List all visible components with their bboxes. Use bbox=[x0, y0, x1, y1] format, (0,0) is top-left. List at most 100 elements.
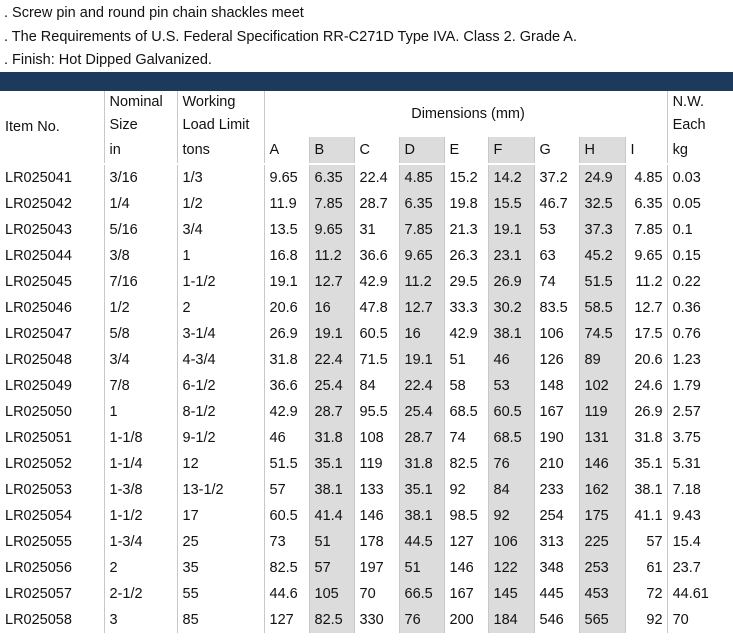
dim-letter: D bbox=[398, 137, 444, 164]
table-row: LR025042 1/4 1/2 11.9 7.85 28.7 6.35 19.8 15.5 46… bbox=[0, 191, 733, 217]
table-cell: 6-1/2 bbox=[176, 373, 264, 399]
table-cell: 76 bbox=[487, 451, 534, 477]
table-cell: 47.8 bbox=[353, 295, 399, 321]
table-cell: 72 bbox=[624, 581, 668, 607]
table-cell: 13.5 bbox=[263, 217, 309, 243]
table-cell: 19.1 bbox=[263, 269, 309, 295]
table-cell: 148 bbox=[533, 373, 579, 399]
table-cell: 178 bbox=[353, 529, 399, 555]
table-cell: 35.1 bbox=[398, 477, 444, 503]
table-cell: 57 bbox=[308, 555, 354, 581]
table-cell: 233 bbox=[533, 477, 579, 503]
table-cell: 53 bbox=[487, 373, 534, 399]
table-cell: 146 bbox=[353, 503, 399, 529]
table-cell: 44.61 bbox=[666, 581, 733, 607]
table-cell: 55 bbox=[176, 581, 264, 607]
item-no-cell: LR025042 bbox=[5, 196, 72, 212]
table-body: LR025041 3/16 1/3 9.65 6.35 22.4 4.85 15.2 14.2 3… bbox=[0, 163, 733, 633]
table-cell: 51.5 bbox=[578, 269, 625, 295]
table-cell: 25.4 bbox=[398, 399, 444, 425]
table-cell: 200 bbox=[443, 607, 488, 633]
table-cell: 13-1/2 bbox=[176, 477, 264, 503]
table-cell: 76 bbox=[398, 607, 444, 633]
header-dimensions: Dimensions (mm) bbox=[263, 91, 668, 137]
table-cell: 24.9 bbox=[578, 163, 625, 191]
table-cell: 26.9 bbox=[263, 321, 309, 347]
table-cell: 22.4 bbox=[308, 347, 354, 373]
item-no-cell: LR025043 bbox=[5, 222, 72, 238]
table-cell: 7.18 bbox=[666, 477, 733, 503]
table-cell: 70 bbox=[666, 607, 733, 633]
table-cell: 66.5 bbox=[398, 581, 444, 607]
table-cell: 9.43 bbox=[666, 503, 733, 529]
table-cell: 58.5 bbox=[578, 295, 625, 321]
table-cell: 225 bbox=[578, 529, 625, 555]
table-row: LR025046 1/2 2 20.6 16 47.8 12.7 33.3 30.2 83.5 58… bbox=[0, 295, 733, 321]
table-cell: 1/4 bbox=[103, 191, 177, 217]
table-cell: 51 bbox=[398, 555, 444, 581]
table-cell: 17 bbox=[176, 503, 264, 529]
table-cell: 7.85 bbox=[624, 217, 668, 243]
table-cell: 1 bbox=[103, 399, 177, 425]
table-cell: 3-1/4 bbox=[176, 321, 264, 347]
table-cell: 3/16 bbox=[103, 163, 177, 191]
dim-letter: F bbox=[487, 137, 534, 164]
table-cell: 84 bbox=[353, 373, 399, 399]
table-cell: 71.5 bbox=[353, 347, 399, 373]
table-cell: 26.9 bbox=[487, 269, 534, 295]
table-cell: 53 bbox=[533, 217, 579, 243]
table-cell: 0.36 bbox=[666, 295, 733, 321]
table-cell: 30.2 bbox=[487, 295, 534, 321]
table-cell: 253 bbox=[578, 555, 625, 581]
table-cell: 145 bbox=[487, 581, 534, 607]
table-cell: 28.7 bbox=[398, 425, 444, 451]
table-cell: 22.4 bbox=[353, 163, 399, 191]
table-cell: 1-1/2 bbox=[176, 269, 264, 295]
table-cell: 38.1 bbox=[487, 321, 534, 347]
table-cell: 51 bbox=[443, 347, 488, 373]
table-cell: 11.2 bbox=[624, 269, 668, 295]
table-cell: 7.85 bbox=[308, 191, 354, 217]
table-cell: 31.8 bbox=[624, 425, 668, 451]
table-cell: 23.1 bbox=[487, 243, 534, 269]
table-cell: 92 bbox=[624, 607, 668, 633]
table-cell: 24.6 bbox=[624, 373, 668, 399]
item-no-cell: LR025046 bbox=[5, 300, 72, 316]
table-cell: 146 bbox=[578, 451, 625, 477]
table-cell: 1/2 bbox=[103, 295, 177, 321]
table-cell: 9.65 bbox=[308, 217, 354, 243]
table-cell: 167 bbox=[443, 581, 488, 607]
table-cell: 41.4 bbox=[308, 503, 354, 529]
table-cell: 7/16 bbox=[103, 269, 177, 295]
table-cell: 19.1 bbox=[308, 321, 354, 347]
table-cell: 254 bbox=[533, 503, 579, 529]
table-row: LR025044 3/8 1 16.8 11.2 36.6 9.65 26.3 23.1 63 45… bbox=[0, 243, 733, 269]
table-cell: 20.6 bbox=[263, 295, 309, 321]
table-cell: 131 bbox=[578, 425, 625, 451]
table-cell: 5/16 bbox=[103, 217, 177, 243]
table-cell: 42.9 bbox=[353, 269, 399, 295]
table-cell: 108 bbox=[353, 425, 399, 451]
table-cell: 15.5 bbox=[487, 191, 534, 217]
table-cell: 31.8 bbox=[263, 347, 309, 373]
table-cell: 1-1/8 bbox=[103, 425, 177, 451]
table-cell: 28.7 bbox=[308, 399, 354, 425]
table-cell: 210 bbox=[533, 451, 579, 477]
table-cell: 68.5 bbox=[487, 425, 534, 451]
table-cell: 9.65 bbox=[398, 243, 444, 269]
table-cell: 41.1 bbox=[624, 503, 668, 529]
table-cell: 105 bbox=[308, 581, 354, 607]
dim-letter: H bbox=[578, 137, 625, 164]
table-row: LR025043 5/16 3/4 13.5 9.65 31 7.85 21.3 19.1 53 3… bbox=[0, 217, 733, 243]
table-cell: 38.1 bbox=[624, 477, 668, 503]
table-cell: 51.5 bbox=[263, 451, 309, 477]
table-cell: 82.5 bbox=[308, 607, 354, 633]
header-net-weight: N.W. Each bbox=[666, 91, 733, 137]
table-cell: 127 bbox=[263, 607, 309, 633]
table-row: LR025058 3 85 127 82.5 330 76 200 184 546 565 92 70 bbox=[0, 607, 733, 633]
table-cell: 60.5 bbox=[353, 321, 399, 347]
table-cell: 42.9 bbox=[263, 399, 309, 425]
note-line: . The Requirements of U.S. Federal Speci… bbox=[4, 28, 578, 45]
table-cell: 1-3/4 bbox=[103, 529, 177, 555]
table-cell: 25.4 bbox=[308, 373, 354, 399]
